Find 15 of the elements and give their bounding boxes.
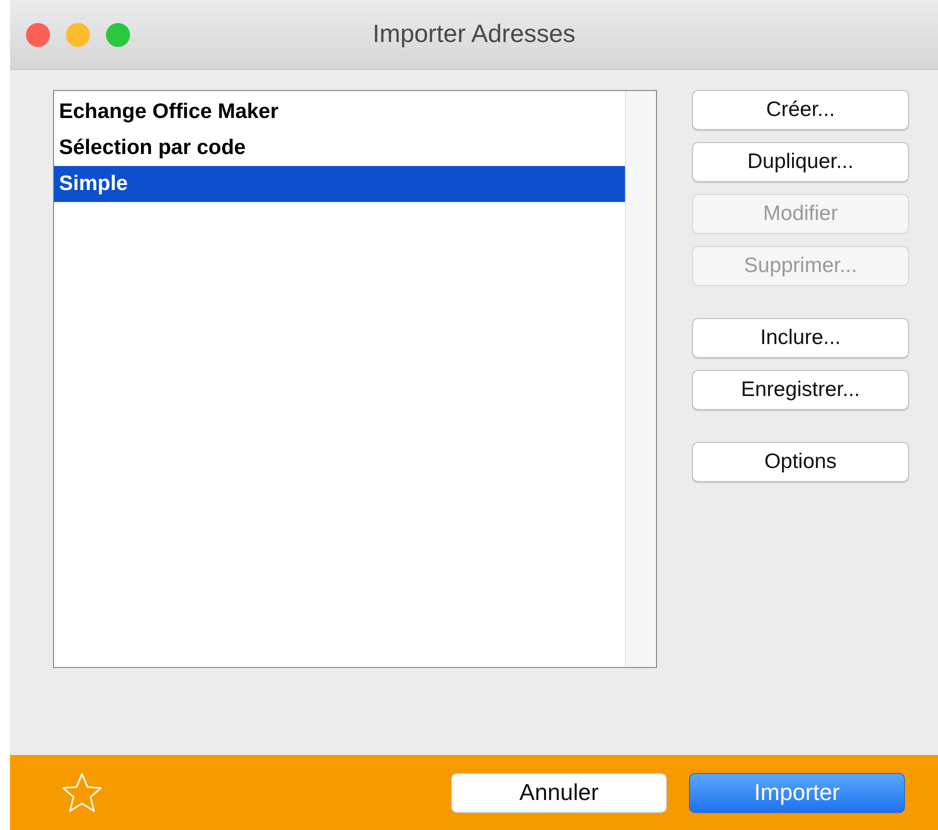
- list-item[interactable]: Sélection par code: [54, 130, 625, 166]
- action-button[interactable]: Inclure...: [692, 318, 909, 358]
- list-item[interactable]: Simple: [54, 166, 625, 202]
- minimize-button[interactable]: [66, 22, 90, 46]
- star-icon[interactable]: [60, 770, 104, 814]
- close-button[interactable]: [26, 22, 50, 46]
- action-button[interactable]: Options: [692, 442, 909, 482]
- scrollbar-track[interactable]: [625, 91, 656, 667]
- action-button[interactable]: Créer...: [692, 90, 909, 130]
- action-button[interactable]: Dupliquer...: [692, 142, 909, 182]
- window-title: Importer Adresses: [372, 20, 576, 48]
- cancel-button[interactable]: Annuler: [451, 772, 667, 812]
- list-item[interactable]: Echange Office Maker: [54, 94, 625, 130]
- action-button[interactable]: Enregistrer...: [692, 370, 909, 410]
- zoom-button[interactable]: [106, 22, 130, 46]
